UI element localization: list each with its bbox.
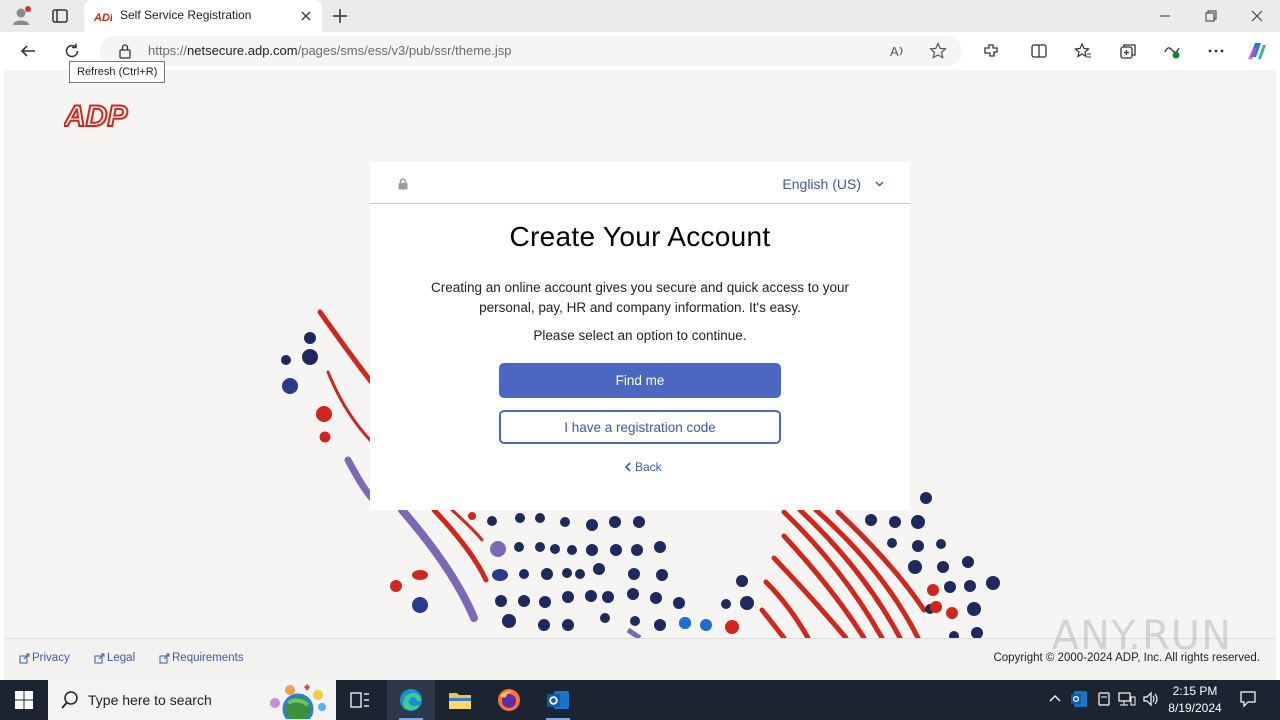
system-clock[interactable]: 2:15 PM 8/19/2024 [1160,683,1230,717]
option-prompt: Please select an option to continue. [533,328,747,343]
page-title: Create Your Account [509,221,771,252]
read-aloud-icon[interactable]: A [888,41,908,61]
outlook-tray-icon[interactable] [1070,690,1088,708]
url-scheme: https:// [148,43,188,58]
svg-text:ADP: ADP [94,12,112,23]
language-label: English (US) [782,176,861,192]
taskbar-edge[interactable] [387,680,435,720]
secure-lock-icon [398,178,408,190]
tab-actions-icon[interactable] [50,6,70,26]
external-link-icon [159,653,170,663]
notification-icon[interactable] [1239,690,1257,708]
active-tab[interactable]: ADP Self Service Registration [84,0,322,32]
copilot-icon[interactable] [1246,41,1266,61]
card-header: English (US) [370,162,910,204]
find-me-button[interactable]: Find me [499,363,781,398]
page-footer: ANY.RUN Privacy Legal Requirements Copyr… [4,613,1276,680]
taskbar-search[interactable]: Type here to search [48,680,336,720]
copyright-text: Copyright © 2000-2024 ADP, Inc. All righ… [993,652,1260,664]
windows-logo-icon [15,691,33,709]
refresh-tooltip: Refresh (Ctrl+R) [69,61,166,83]
site-lock-icon[interactable] [118,43,132,59]
minimize-icon [1160,15,1170,17]
new-tab-icon[interactable] [330,6,350,26]
search-highlight-icon [270,684,326,719]
url-host: netsecure.adp.com [187,43,298,58]
svg-text:A: A [890,44,899,59]
browser-tab-strip: ADP Self Service Registration [0,0,1280,32]
task-view-icon [350,692,369,708]
restore-button[interactable] [1188,0,1234,32]
taskbar-firefox[interactable] [485,680,533,720]
device-tray-icon[interactable] [1096,691,1112,707]
split-screen-icon[interactable] [1029,41,1049,61]
outlook-icon [547,691,569,709]
taskbar-file-explorer[interactable] [436,680,484,720]
url-path: /pages/sms/ess/v3/pub/ssr/theme.jsp [297,43,512,58]
adp-logo-text: ADP [64,100,128,131]
address-bar[interactable]: https://netsecure.adp.com/pages/sms/ess/… [100,36,962,66]
privacy-label: Privacy [32,652,70,664]
adp-logo[interactable]: ADP [64,99,132,131]
privacy-link[interactable]: Privacy [19,652,70,664]
volume-icon[interactable] [1142,691,1160,707]
external-link-icon [19,653,30,663]
chevron-left-icon [624,462,631,472]
adp-favicon-icon: ADP [94,12,112,23]
collections-icon[interactable] [1118,41,1138,61]
minimize-button[interactable] [1142,0,1188,32]
legal-label: Legal [107,652,136,664]
intro-text: Creating an online account gives you sec… [431,280,849,315]
create-account-card: English (US) Create Your Account Creatin… [370,162,910,510]
extensions-icon[interactable] [981,41,1001,61]
windows-taskbar: Type here to search 2:15 PM 8/19/2024 [0,680,1280,720]
url-text: https://netsecure.adp.com/pages/sms/ess/… [148,43,511,58]
settings-more-icon[interactable] [1206,41,1226,61]
search-placeholder: Type here to search [88,692,212,708]
browser-toolbar: https://netsecure.adp.com/pages/sms/ess/… [0,32,1280,70]
search-icon [61,691,78,709]
favorite-star-icon[interactable] [928,41,948,61]
network-icon[interactable] [1118,691,1136,707]
taskbar-outlook[interactable] [534,680,582,720]
requirements-label: Requirements [172,652,244,664]
requirements-link[interactable]: Requirements [159,652,244,664]
registration-code-button[interactable]: I have a registration code [499,410,781,444]
start-button[interactable] [0,680,48,720]
back-icon[interactable] [18,41,38,61]
language-selector[interactable]: English (US) [782,176,884,192]
profile-icon[interactable] [10,5,32,27]
show-hidden-icons-icon[interactable] [1048,691,1062,705]
external-link-icon [94,653,105,663]
chevron-down-icon [875,181,884,187]
edge-icon [400,689,422,711]
refresh-icon[interactable] [62,41,82,61]
restore-icon [1205,10,1217,22]
task-view-button[interactable] [336,680,384,720]
close-tab-icon[interactable] [298,8,314,24]
legal-link[interactable]: Legal [94,652,135,664]
back-link[interactable]: Back [624,460,662,474]
page-viewport: ADP English (US) Create Your Account Cre… [4,70,1276,638]
clock-date: 8/19/2024 [1168,701,1222,715]
browser-essentials-icon[interactable] [1162,41,1182,61]
close-window-button[interactable] [1234,0,1280,32]
firefox-icon [498,689,520,711]
back-label: Back [635,460,662,474]
folder-icon [449,693,471,709]
close-window-icon [1251,10,1263,22]
tab-title: Self Service Registration [120,8,252,22]
clock-time: 2:15 PM [1172,684,1218,698]
favorites-icon[interactable] [1073,41,1093,61]
